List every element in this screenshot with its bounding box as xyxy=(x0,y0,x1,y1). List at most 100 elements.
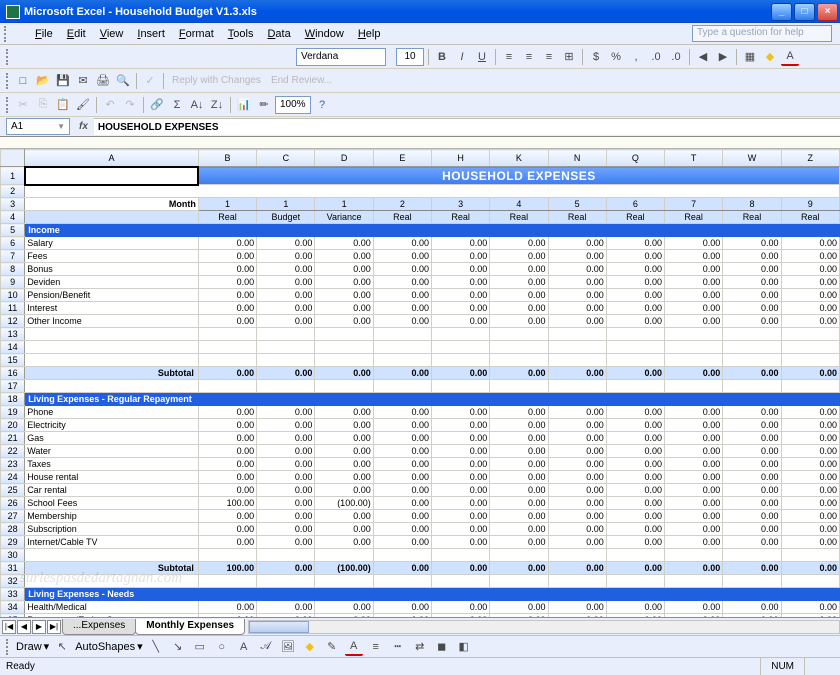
cell[interactable]: 0.00 xyxy=(315,406,373,419)
cell[interactable] xyxy=(490,354,548,367)
cell[interactable]: 0.00 xyxy=(548,471,606,484)
cell[interactable]: 0.00 xyxy=(548,458,606,471)
section-header[interactable]: Living Expenses - Needs xyxy=(25,588,840,601)
cell[interactable]: 0.00 xyxy=(198,302,256,315)
cell[interactable]: (100.00) xyxy=(315,562,373,575)
cell[interactable]: 0.00 xyxy=(606,367,664,380)
cell[interactable]: 0.00 xyxy=(606,419,664,432)
cell[interactable]: 0.00 xyxy=(548,263,606,276)
menu-file[interactable]: File xyxy=(28,26,60,42)
merge-button[interactable]: ⊞ xyxy=(560,48,578,66)
cell[interactable]: 0.00 xyxy=(665,263,723,276)
cell[interactable]: 0.00 xyxy=(490,601,548,614)
cell[interactable]: 0.00 xyxy=(606,276,664,289)
col-header[interactable]: B xyxy=(198,150,256,167)
col-header[interactable]: Q xyxy=(606,150,664,167)
line-style-button[interactable]: ≡ xyxy=(367,638,385,656)
cell[interactable]: 0.00 xyxy=(431,497,489,510)
font-color-button[interactable]: A xyxy=(781,48,799,66)
row-header[interactable]: 8 xyxy=(1,263,25,276)
cell[interactable]: 0.00 xyxy=(431,536,489,549)
cell[interactable] xyxy=(25,549,199,562)
cell[interactable] xyxy=(548,341,606,354)
row-header[interactable]: 21 xyxy=(1,432,25,445)
cell[interactable]: 0.00 xyxy=(490,445,548,458)
cell[interactable]: 0.00 xyxy=(198,250,256,263)
cell[interactable]: 0.00 xyxy=(548,497,606,510)
cell[interactable] xyxy=(665,575,723,588)
cell[interactable]: 0.00 xyxy=(781,276,839,289)
cell[interactable]: 0.00 xyxy=(665,510,723,523)
cell[interactable] xyxy=(490,575,548,588)
cell[interactable]: 2 xyxy=(373,198,431,211)
cell[interactable] xyxy=(548,575,606,588)
cell[interactable]: 0.00 xyxy=(198,458,256,471)
section-header[interactable]: Living Expenses - Regular Repayment xyxy=(25,393,840,406)
cell[interactable]: 0.00 xyxy=(606,445,664,458)
zoom-input[interactable] xyxy=(275,96,311,114)
cell[interactable]: 0.00 xyxy=(257,302,315,315)
cell[interactable] xyxy=(490,380,548,393)
cell[interactable]: 0.00 xyxy=(606,406,664,419)
row-header[interactable]: 32 xyxy=(1,575,25,588)
cell[interactable]: 0.00 xyxy=(548,601,606,614)
decrease-decimal-button[interactable]: .0 xyxy=(667,48,685,66)
cell[interactable]: 0.00 xyxy=(257,458,315,471)
cell[interactable]: 0.00 xyxy=(373,523,431,536)
col-header[interactable]: A xyxy=(25,150,199,167)
cell[interactable]: 0.00 xyxy=(723,263,781,276)
cell[interactable]: 0.00 xyxy=(257,614,315,618)
cell[interactable]: 0.00 xyxy=(315,276,373,289)
row-header[interactable]: 25 xyxy=(1,484,25,497)
row-header[interactable]: 2 xyxy=(1,185,25,198)
cell[interactable] xyxy=(606,341,664,354)
cell[interactable]: 0.00 xyxy=(431,458,489,471)
cell[interactable]: 0.00 xyxy=(257,289,315,302)
cell[interactable] xyxy=(257,354,315,367)
col-header[interactable]: H xyxy=(431,150,489,167)
cell[interactable] xyxy=(25,211,199,224)
menu-window[interactable]: Window xyxy=(298,26,351,42)
cell[interactable]: 0.00 xyxy=(198,432,256,445)
cell[interactable] xyxy=(315,575,373,588)
cell[interactable]: 0.00 xyxy=(490,315,548,328)
cell[interactable]: 0.00 xyxy=(257,510,315,523)
cell[interactable] xyxy=(25,185,840,198)
cell[interactable]: 0.00 xyxy=(548,237,606,250)
cell[interactable]: 0.00 xyxy=(665,601,723,614)
increase-decimal-button[interactable]: .0 xyxy=(647,48,665,66)
cell[interactable]: 0.00 xyxy=(315,536,373,549)
cell[interactable] xyxy=(723,354,781,367)
menu-help[interactable]: Help xyxy=(351,26,388,42)
cell[interactable]: 0.00 xyxy=(373,237,431,250)
row-label[interactable]: Internet/Cable TV xyxy=(25,536,199,549)
row-label[interactable]: Water xyxy=(25,445,199,458)
sheet-tab[interactable]: ...Expenses xyxy=(62,619,136,635)
cell[interactable]: 0.00 xyxy=(373,445,431,458)
cell[interactable]: 0.00 xyxy=(548,445,606,458)
cell[interactable]: 0.00 xyxy=(781,471,839,484)
cell[interactable]: 0.00 xyxy=(723,289,781,302)
cell[interactable]: 0.00 xyxy=(490,497,548,510)
cell[interactable] xyxy=(315,380,373,393)
cell[interactable]: 0.00 xyxy=(315,315,373,328)
cell[interactable]: 0.00 xyxy=(665,471,723,484)
row-label[interactable]: Subscription xyxy=(25,523,199,536)
cell[interactable]: 0.00 xyxy=(781,289,839,302)
cell[interactable]: 0.00 xyxy=(606,237,664,250)
cell[interactable]: 0.00 xyxy=(257,471,315,484)
cell[interactable] xyxy=(781,341,839,354)
cell[interactable]: 0.00 xyxy=(606,315,664,328)
font-family-input[interactable] xyxy=(296,48,386,66)
cell[interactable]: 0.00 xyxy=(198,419,256,432)
cell[interactable]: 0.00 xyxy=(490,289,548,302)
cell[interactable]: 0.00 xyxy=(373,497,431,510)
cell[interactable]: 0.00 xyxy=(490,614,548,618)
cell[interactable] xyxy=(431,354,489,367)
row-header[interactable]: 12 xyxy=(1,315,25,328)
cell[interactable]: 0.00 xyxy=(548,614,606,618)
cell[interactable]: 0.00 xyxy=(665,419,723,432)
cell[interactable] xyxy=(373,341,431,354)
cell[interactable] xyxy=(723,328,781,341)
cell[interactable] xyxy=(723,341,781,354)
